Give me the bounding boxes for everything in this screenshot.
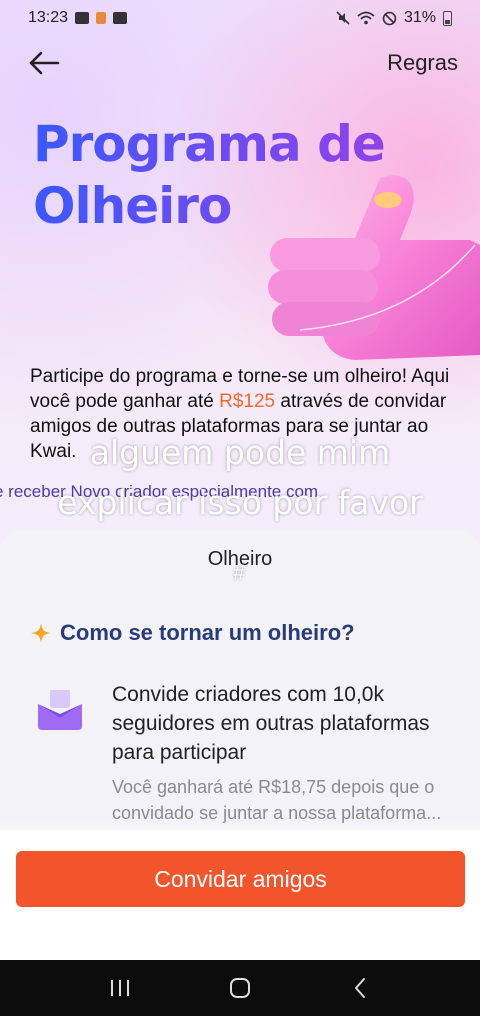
home-icon[interactable] — [220, 968, 260, 1008]
back-icon[interactable] — [340, 968, 380, 1008]
invite-friends-button[interactable]: Convidar amigos — [16, 851, 465, 907]
reward-amount: R$125 — [219, 391, 276, 412]
title-line-1: Programa de — [33, 115, 385, 173]
thumbs-up-illustration — [268, 175, 480, 360]
section-heading: Como se tornar um olheiro? — [30, 620, 355, 646]
gallery-icon — [75, 12, 90, 24]
rules-link[interactable]: Regras — [387, 50, 458, 76]
step-item: Convide criadores com 10,0k seguidores e… — [38, 680, 458, 830]
step-detail: Você ganhará até R$18,75 depois que o co… — [112, 777, 442, 823]
arrow-left-icon[interactable] — [28, 47, 60, 79]
sparkle-icon — [31, 623, 51, 643]
battery-percent: 31% — [403, 9, 436, 26]
status-time: 13:23 — [28, 9, 69, 26]
mute-icon — [336, 11, 350, 25]
battery-icon — [443, 10, 452, 26]
system-nav-bar — [0, 960, 480, 1016]
overlay-hashtag: # — [233, 560, 246, 585]
section-heading-text: Como se tornar um olheiro? — [60, 620, 355, 645]
envelope-icon — [38, 690, 82, 730]
recent-apps-icon[interactable] — [100, 968, 140, 1008]
program-description: Participe do programa e torne-se um olhe… — [30, 364, 470, 464]
status-left: 13:23 — [28, 9, 128, 27]
bottom-action-panel: Convidar amigos — [0, 830, 480, 960]
step-title: Convide criadores com 10,0k seguidores e… — [112, 683, 430, 764]
ticker-text: e receber Novo criador especialmente com — [0, 482, 319, 501]
top-nav: Regras — [0, 40, 480, 86]
scrolling-ticker: e receber Novo criador especialmente com — [0, 482, 480, 506]
wifi-icon — [357, 11, 375, 25]
app-notification-icon — [96, 12, 107, 24]
camera-icon — [113, 12, 128, 24]
do-not-disturb-icon — [382, 11, 397, 25]
status-right: 31% — [336, 9, 452, 27]
status-bar: 13:23 31% — [0, 0, 480, 36]
